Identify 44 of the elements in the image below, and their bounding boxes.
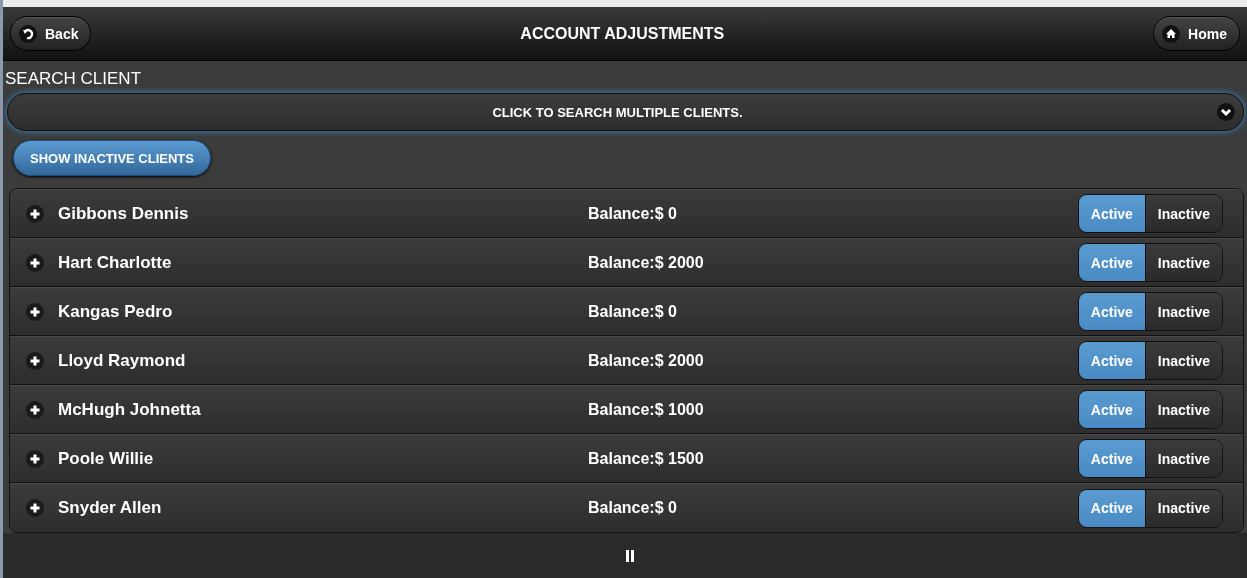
status-toggle-option[interactable]: Inactive [1145, 489, 1222, 527]
plus-icon [26, 204, 44, 223]
status-toggle-option[interactable]: Inactive [1145, 293, 1222, 330]
client-name: Hart Charlotte [58, 252, 173, 273]
status-toggle-option[interactable]: Inactive [1145, 195, 1222, 232]
grip-icon [626, 549, 634, 562]
client-select[interactable]: CLICK TO SEARCH MULTIPLE CLIENTS. [7, 93, 1244, 131]
client-balance: Balance:$ 0 [587, 204, 678, 223]
plus-icon [26, 351, 44, 370]
client-name: Kangas Pedro [58, 301, 174, 322]
plus-icon [26, 302, 44, 321]
client-row[interactable]: Poole Willie Balance:$ 1500 Active Inactive [10, 434, 1243, 483]
client-balance: Balance:$ 1500 [587, 449, 705, 468]
plus-icon [26, 253, 44, 272]
plus-icon [26, 400, 44, 419]
status-toggle-option[interactable]: Inactive [1145, 440, 1222, 477]
client-balance: Balance:$ 2000 [587, 351, 705, 370]
client-name: Snyder Allen [58, 498, 163, 518]
plus-icon [26, 449, 44, 468]
back-button[interactable]: Back [10, 16, 92, 51]
client-row[interactable]: Snyder Allen Balance:$ 0 Active Inactive [10, 483, 1243, 532]
client-row[interactable]: Kangas Pedro Balance:$ 0 Active Inactive [10, 287, 1243, 336]
status-toggle-option[interactable]: Inactive [1145, 244, 1222, 281]
client-balance: Balance:$ 0 [587, 302, 678, 321]
client-name: Lloyd Raymond [58, 350, 187, 371]
client-balance: Balance:$ 1000 [587, 400, 705, 419]
status-toggle-option[interactable]: Inactive [1145, 391, 1222, 428]
client-row[interactable]: McHugh Johnetta Balance:$ 1000 Active Inactive [10, 385, 1243, 434]
client-row[interactable]: Lloyd Raymond Balance:$ 2000 Active Inactive [10, 336, 1243, 385]
client-row[interactable]: Hart Charlotte Balance:$ 2000 Active Inactive [10, 238, 1243, 287]
client-row[interactable]: Gibbons Dennis Balance:$ 0 Active Inactive [10, 189, 1243, 238]
back-icon [19, 24, 37, 43]
chevron-down-icon [1217, 103, 1235, 121]
client-balance: Balance:$ 2000 [587, 253, 705, 272]
plus-icon [26, 499, 44, 517]
page-title: ACCOUNT ADJUSTMENTS [520, 24, 725, 43]
home-button[interactable]: Home [1153, 16, 1240, 51]
client-balance: Balance:$ 0 [587, 499, 678, 517]
search-label: SEARCH CLIENT [4, 68, 143, 90]
client-name: Poole Willie [58, 448, 155, 469]
client-name: Gibbons Dennis [58, 203, 190, 224]
client-name: McHugh Johnetta [58, 399, 202, 420]
status-toggle-option[interactable]: Inactive [1145, 342, 1222, 379]
home-icon [1162, 24, 1181, 43]
